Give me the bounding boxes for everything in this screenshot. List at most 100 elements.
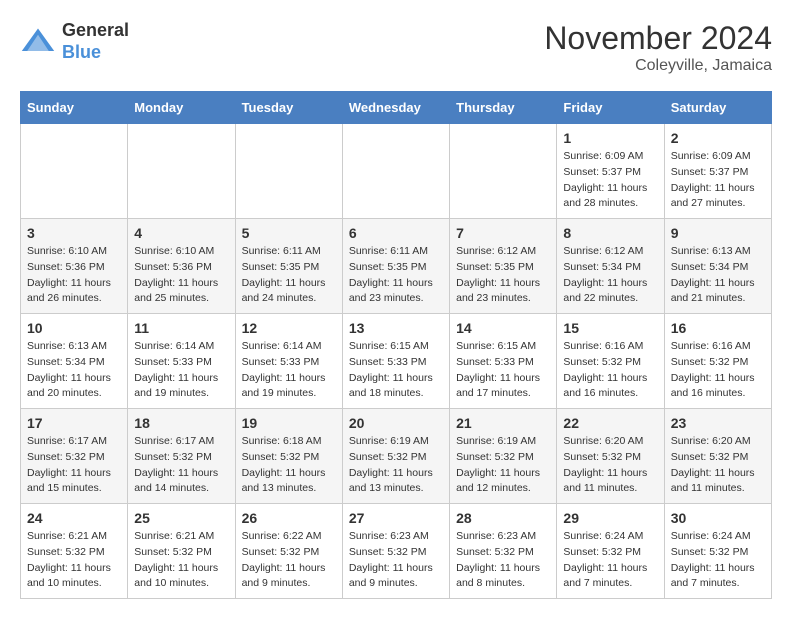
day-info: Sunrise: 6:10 AM Sunset: 5:36 PM Dayligh… <box>134 244 228 307</box>
day-info: Sunrise: 6:19 AM Sunset: 5:32 PM Dayligh… <box>349 434 443 497</box>
calendar-cell: 24Sunrise: 6:21 AM Sunset: 5:32 PM Dayli… <box>21 504 128 599</box>
location-subtitle: Coleyville, Jamaica <box>544 57 772 75</box>
day-number: 10 <box>27 320 121 336</box>
header-cell-wednesday: Wednesday <box>342 92 449 124</box>
header-cell-sunday: Sunday <box>21 92 128 124</box>
day-info: Sunrise: 6:13 AM Sunset: 5:34 PM Dayligh… <box>27 339 121 402</box>
calendar-cell: 14 Sunrise: 6:15 AM Sunset: 5:33 PM Dayli… <box>450 314 557 409</box>
day-number: 16 <box>671 320 765 336</box>
day-number: 14 <box>456 320 550 336</box>
logo-icon <box>20 24 56 60</box>
calendar-cell: 23Sunrise: 6:20 AM Sunset: 5:32 PM Dayli… <box>664 409 771 504</box>
day-number: 19 <box>242 415 336 431</box>
calendar-cell: 7Sunrise: 6:12 AM Sunset: 5:35 PM Daylig… <box>450 219 557 314</box>
day-number: 29 <box>563 510 657 526</box>
calendar-cell <box>450 124 557 219</box>
calendar-cell: 12 Sunrise: 6:14 AM Sunset: 5:33 PM Dayli… <box>235 314 342 409</box>
day-number: 25 <box>134 510 228 526</box>
day-number: 8 <box>563 225 657 241</box>
calendar-week-1: 3Sunrise: 6:10 AM Sunset: 5:36 PM Daylig… <box>21 219 772 314</box>
calendar-cell <box>128 124 235 219</box>
day-info: Sunrise: 6:18 AM Sunset: 5:32 PM Dayligh… <box>242 434 336 497</box>
calendar-cell: 3Sunrise: 6:10 AM Sunset: 5:36 PM Daylig… <box>21 219 128 314</box>
day-info: Sunrise: 6:23 AM Sunset: 5:32 PM Dayligh… <box>456 529 550 592</box>
calendar-week-3: 17 Sunrise: 6:17 AM Sunset: 5:32 PM Dayli… <box>21 409 772 504</box>
day-info: Sunrise: 6:11 AM Sunset: 5:35 PM Dayligh… <box>242 244 336 307</box>
day-info: Sunrise: 6:12 AM Sunset: 5:34 PM Dayligh… <box>563 244 657 307</box>
day-info: Sunrise: 6:21 AM Sunset: 5:32 PM Dayligh… <box>134 529 228 592</box>
day-info: Sunrise: 6:23 AM Sunset: 5:32 PM Dayligh… <box>349 529 443 592</box>
calendar-cell: 1 Sunrise: 6:09 AM Sunset: 5:37 PM Daylig… <box>557 124 664 219</box>
calendar-cell: 13Sunrise: 6:15 AM Sunset: 5:33 PM Dayli… <box>342 314 449 409</box>
day-info: Sunrise: 6:16 AM Sunset: 5:32 PM Dayligh… <box>671 339 765 402</box>
calendar-header: SundayMondayTuesdayWednesdayThursdayFrid… <box>21 92 772 124</box>
logo-general: General <box>62 20 129 42</box>
calendar-cell: 30 Sunrise: 6:24 AM Sunset: 5:32 PM Dayli… <box>664 504 771 599</box>
day-info: Sunrise: 6:24 AM Sunset: 5:32 PM Dayligh… <box>671 529 765 592</box>
calendar-table: SundayMondayTuesdayWednesdayThursdayFrid… <box>20 91 772 599</box>
day-number: 28 <box>456 510 550 526</box>
calendar-cell: 21 Sunrise: 6:19 AM Sunset: 5:32 PM Dayli… <box>450 409 557 504</box>
header-cell-thursday: Thursday <box>450 92 557 124</box>
day-info: Sunrise: 6:15 AM Sunset: 5:33 PM Dayligh… <box>456 339 550 402</box>
page-header: General Blue November 2024 Coleyville, J… <box>20 20 772 75</box>
day-info: Sunrise: 6:14 AM Sunset: 5:33 PM Dayligh… <box>242 339 336 402</box>
day-number: 12 <box>242 320 336 336</box>
logo: General Blue <box>20 20 129 63</box>
day-number: 9 <box>671 225 765 241</box>
day-info: Sunrise: 6:11 AM Sunset: 5:35 PM Dayligh… <box>349 244 443 307</box>
calendar-cell: 25 Sunrise: 6:21 AM Sunset: 5:32 PM Dayli… <box>128 504 235 599</box>
day-number: 24 <box>27 510 121 526</box>
calendar-week-4: 24 Sunrise: 6:21 AM Sunset: 5:32 PM Dayli… <box>21 504 772 599</box>
day-number: 21 <box>456 415 550 431</box>
day-number: 23 <box>671 415 765 431</box>
day-info: Sunrise: 6:15 AM Sunset: 5:33 PM Dayligh… <box>349 339 443 402</box>
title-block: November 2024 Coleyville, Jamaica <box>544 20 772 75</box>
day-number: 6 <box>349 225 443 241</box>
day-info: Sunrise: 6:19 AM Sunset: 5:32 PM Dayligh… <box>456 434 550 497</box>
calendar-week-2: 10 Sunrise: 6:13 AM Sunset: 5:34 PM Dayli… <box>21 314 772 409</box>
calendar-cell: 17 Sunrise: 6:17 AM Sunset: 5:32 PM Dayli… <box>21 409 128 504</box>
calendar-cell <box>235 124 342 219</box>
day-number: 15 <box>563 320 657 336</box>
calendar-cell: 4Sunrise: 6:10 AM Sunset: 5:36 PM Daylig… <box>128 219 235 314</box>
calendar-cell <box>342 124 449 219</box>
calendar-cell <box>21 124 128 219</box>
calendar-cell: 5 Sunrise: 6:11 AM Sunset: 5:35 PM Daylig… <box>235 219 342 314</box>
day-info: Sunrise: 6:09 AM Sunset: 5:37 PM Dayligh… <box>563 149 657 212</box>
day-number: 2 <box>671 130 765 146</box>
calendar-cell: 16 Sunrise: 6:16 AM Sunset: 5:32 PM Dayli… <box>664 314 771 409</box>
calendar-cell: 19 Sunrise: 6:18 AM Sunset: 5:32 PM Dayli… <box>235 409 342 504</box>
header-cell-monday: Monday <box>128 92 235 124</box>
calendar-cell: 26Sunrise: 6:22 AM Sunset: 5:32 PM Dayli… <box>235 504 342 599</box>
day-number: 20 <box>349 415 443 431</box>
day-number: 1 <box>563 130 657 146</box>
calendar-cell: 27Sunrise: 6:23 AM Sunset: 5:32 PM Dayli… <box>342 504 449 599</box>
calendar-cell: 9 Sunrise: 6:13 AM Sunset: 5:34 PM Daylig… <box>664 219 771 314</box>
calendar-cell: 20 Sunrise: 6:19 AM Sunset: 5:32 PM Dayli… <box>342 409 449 504</box>
calendar-cell: 2 Sunrise: 6:09 AM Sunset: 5:37 PM Daylig… <box>664 124 771 219</box>
day-number: 17 <box>27 415 121 431</box>
calendar-cell: 28 Sunrise: 6:23 AM Sunset: 5:32 PM Dayli… <box>450 504 557 599</box>
month-title: November 2024 <box>544 20 772 57</box>
calendar-cell: 18Sunrise: 6:17 AM Sunset: 5:32 PM Dayli… <box>128 409 235 504</box>
calendar-cell: 29Sunrise: 6:24 AM Sunset: 5:32 PM Dayli… <box>557 504 664 599</box>
header-row: SundayMondayTuesdayWednesdayThursdayFrid… <box>21 92 772 124</box>
calendar-cell: 10 Sunrise: 6:13 AM Sunset: 5:34 PM Dayli… <box>21 314 128 409</box>
day-info: Sunrise: 6:09 AM Sunset: 5:37 PM Dayligh… <box>671 149 765 212</box>
day-number: 5 <box>242 225 336 241</box>
day-number: 30 <box>671 510 765 526</box>
calendar-week-0: 1 Sunrise: 6:09 AM Sunset: 5:37 PM Daylig… <box>21 124 772 219</box>
calendar-cell: 6 Sunrise: 6:11 AM Sunset: 5:35 PM Daylig… <box>342 219 449 314</box>
calendar-cell: 11Sunrise: 6:14 AM Sunset: 5:33 PM Dayli… <box>128 314 235 409</box>
day-info: Sunrise: 6:13 AM Sunset: 5:34 PM Dayligh… <box>671 244 765 307</box>
day-number: 7 <box>456 225 550 241</box>
day-info: Sunrise: 6:10 AM Sunset: 5:36 PM Dayligh… <box>27 244 121 307</box>
calendar-cell: 15Sunrise: 6:16 AM Sunset: 5:32 PM Dayli… <box>557 314 664 409</box>
logo-blue: Blue <box>62 42 129 64</box>
header-cell-tuesday: Tuesday <box>235 92 342 124</box>
header-cell-saturday: Saturday <box>664 92 771 124</box>
day-info: Sunrise: 6:17 AM Sunset: 5:32 PM Dayligh… <box>27 434 121 497</box>
calendar-cell: 8 Sunrise: 6:12 AM Sunset: 5:34 PM Daylig… <box>557 219 664 314</box>
day-number: 11 <box>134 320 228 336</box>
